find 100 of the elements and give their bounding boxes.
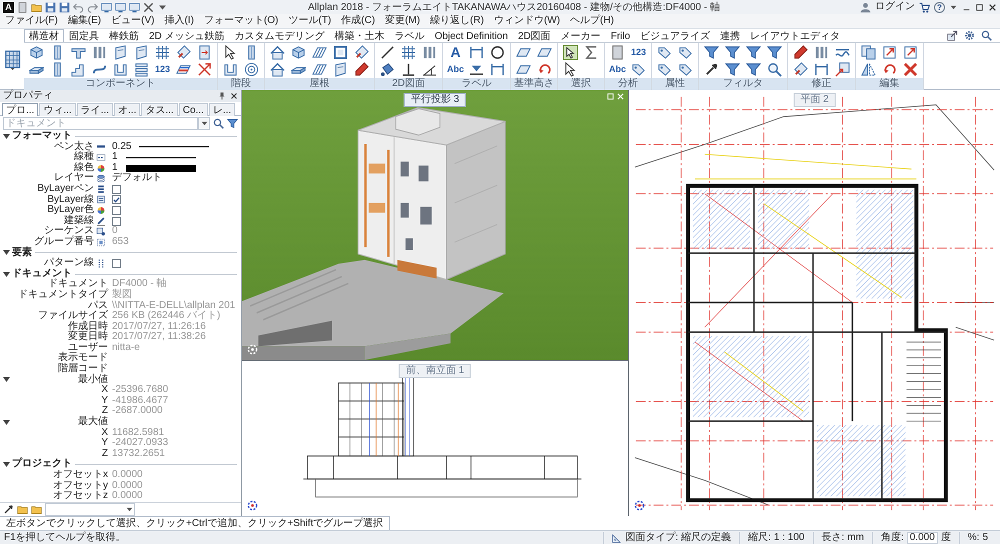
caret-icon[interactable] xyxy=(2,249,10,256)
panel-tab[interactable]: タス... xyxy=(141,103,178,116)
ribbon-tab[interactable]: メーカー xyxy=(556,29,606,42)
delete-icon[interactable] xyxy=(903,62,918,76)
roof-icon[interactable] xyxy=(270,44,285,60)
door-icon[interactable] xyxy=(197,44,212,60)
caret-icon[interactable] xyxy=(125,505,134,514)
caret-icon[interactable] xyxy=(2,376,10,384)
panel-icon[interactable] xyxy=(333,62,348,76)
monitor-icon[interactable] xyxy=(101,2,112,12)
export-icon[interactable] xyxy=(947,30,958,41)
menu-item[interactable]: 作成(C) xyxy=(336,14,380,28)
dropdown-field[interactable] xyxy=(45,503,135,516)
menu-item[interactable]: 変更(M) xyxy=(380,14,426,28)
filter-icon[interactable] xyxy=(725,44,740,60)
magnifier-icon[interactable] xyxy=(767,62,782,76)
text-tool-button[interactable]: 123 xyxy=(154,64,170,74)
ribbon-tab[interactable]: 構築・土木 xyxy=(330,29,390,42)
filter-icon[interactable] xyxy=(767,44,782,60)
rotate-icon[interactable] xyxy=(882,62,897,76)
menu-item[interactable]: ヘルプ(H) xyxy=(565,14,619,28)
panel-tab[interactable]: Co... xyxy=(178,103,208,116)
text-tool-button[interactable]: Abc xyxy=(608,64,626,74)
perpendicular-icon[interactable] xyxy=(401,62,416,76)
circle-icon[interactable] xyxy=(490,44,505,60)
line-icon[interactable] xyxy=(380,44,395,60)
section-title[interactable]: フォーマット xyxy=(12,131,75,142)
document-icon[interactable] xyxy=(17,2,28,12)
channel-icon[interactable] xyxy=(223,62,238,76)
text-tool-button[interactable]: Abc xyxy=(446,64,464,74)
filter-icon[interactable] xyxy=(746,44,761,60)
menu-item[interactable]: ウィンドウ(W) xyxy=(488,14,566,28)
arrow-box-icon[interactable] xyxy=(835,62,850,76)
cube-icon[interactable] xyxy=(291,44,306,60)
redo-icon[interactable] xyxy=(87,2,98,12)
dimension-icon[interactable] xyxy=(814,62,829,76)
channel-icon[interactable] xyxy=(113,62,128,76)
eraser-icon[interactable] xyxy=(793,62,808,76)
stack-icon[interactable] xyxy=(134,62,149,76)
tag-icon[interactable] xyxy=(657,62,672,76)
view-title[interactable]: 平面 2 xyxy=(793,93,836,107)
status-input-field[interactable]: 0.000 xyxy=(906,532,938,544)
crossed-arrows-icon[interactable] xyxy=(197,62,212,76)
eraser-icon[interactable] xyxy=(176,44,191,60)
checkbox[interactable] xyxy=(112,216,121,226)
settings-icon[interactable] xyxy=(964,30,975,41)
checkbox[interactable] xyxy=(112,258,121,268)
dimension-icon[interactable] xyxy=(469,44,484,60)
panel-tab[interactable]: ウィ... xyxy=(39,103,76,116)
ribbon-tab[interactable]: 構造材 xyxy=(24,29,64,42)
resize-icon[interactable] xyxy=(903,44,918,60)
close-icon[interactable] xyxy=(988,2,997,12)
resize-icon[interactable] xyxy=(882,44,897,60)
checkbox[interactable] xyxy=(112,184,121,194)
help-button[interactable]: ? xyxy=(934,2,945,12)
caret-icon[interactable] xyxy=(2,418,10,426)
grid-icon[interactable] xyxy=(401,44,416,60)
bars-icon[interactable] xyxy=(92,44,107,60)
app-logo[interactable]: A xyxy=(3,2,14,12)
cursor-icon[interactable] xyxy=(223,44,238,60)
filter-field[interactable]: ドキュメント xyxy=(3,117,198,130)
sigma-icon[interactable] xyxy=(584,44,599,60)
tag-icon[interactable] xyxy=(657,44,672,60)
building-icon[interactable] xyxy=(2,49,22,71)
cursor-icon[interactable] xyxy=(563,62,578,76)
filter-icon[interactable] xyxy=(227,118,238,129)
menu-item[interactable]: ビュー(V) xyxy=(106,14,160,28)
eraser-icon[interactable] xyxy=(354,44,369,60)
section-title[interactable]: 要素 xyxy=(12,248,35,258)
text-tool-button[interactable]: 123 xyxy=(630,46,646,58)
login-link[interactable]: ログイン xyxy=(875,1,915,13)
hatch-icon[interactable] xyxy=(312,62,327,76)
menu-item[interactable]: 繰り返し(R) xyxy=(425,14,489,28)
tag-icon[interactable] xyxy=(631,62,646,76)
ribbon-tab[interactable]: 2D メッシュ鉄筋 xyxy=(144,29,230,42)
section-title[interactable]: プロジェクト xyxy=(12,459,75,470)
ribbon-tab[interactable]: 固定具 xyxy=(64,29,104,42)
panel-tab[interactable]: ライ... xyxy=(76,103,114,116)
ribbon-tab[interactable]: ビジュアライズ xyxy=(635,29,716,42)
checkbox[interactable] xyxy=(112,195,121,204)
navigation-ring-icon[interactable] xyxy=(247,500,258,511)
menu-item[interactable]: フォーマット(O) xyxy=(198,14,284,28)
panel-tab[interactable]: オ... xyxy=(114,103,140,116)
roof-icon[interactable] xyxy=(270,62,285,76)
view-title[interactable]: 平行投影 3 xyxy=(404,93,466,107)
cart-icon[interactable] xyxy=(919,2,930,12)
hatch-icon[interactable] xyxy=(312,44,327,60)
monitor-icon[interactable] xyxy=(115,2,126,12)
copy-icon[interactable] xyxy=(861,44,876,60)
ribbon-tab[interactable]: 2D図面 xyxy=(512,29,556,42)
ribbon-tab[interactable]: Object Definition xyxy=(430,29,513,42)
ribbon-tab[interactable]: 棒鉄筋 xyxy=(104,29,144,42)
cross-icon[interactable] xyxy=(143,2,154,12)
paint-bucket-icon[interactable] xyxy=(380,62,395,76)
rotate-icon[interactable] xyxy=(537,62,552,76)
menu-item[interactable]: ファイル(F) xyxy=(0,14,63,28)
caret-icon[interactable] xyxy=(2,132,10,140)
panel-tab[interactable]: レ... xyxy=(208,103,236,116)
checkbox[interactable] xyxy=(112,206,121,215)
menu-item[interactable]: 挿入(I) xyxy=(159,14,199,28)
